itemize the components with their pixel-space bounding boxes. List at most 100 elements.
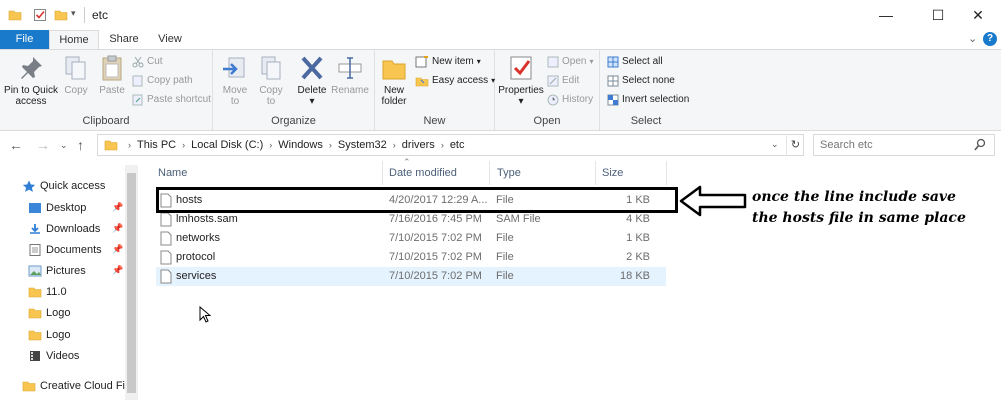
column-separator[interactable] — [489, 161, 490, 185]
column-separator[interactable] — [595, 161, 596, 185]
column-header-date-modified[interactable]: Date modified — [389, 159, 457, 187]
nav-quick-access[interactable]: Quick access — [22, 176, 105, 196]
chevron-right-icon[interactable]: › — [393, 140, 396, 150]
new-item-label: New item — [432, 56, 474, 67]
properties-button[interactable]: Properties ▾ — [497, 53, 545, 107]
nav-item-label: Documents — [46, 244, 102, 256]
pin-icon[interactable]: 📌 — [112, 265, 123, 276]
nav-creative-cloud-files[interactable]: Creative Cloud File — [22, 376, 134, 396]
properties-check-icon[interactable] — [33, 8, 47, 22]
nav-item-11-0[interactable]: 11.0 — [28, 282, 67, 302]
move-to-label-line1: Move — [222, 85, 248, 96]
title-separator — [84, 7, 85, 23]
breadcrumb-system32[interactable]: System32 › — [338, 139, 402, 151]
properties-label-line1: Properties — [498, 85, 544, 96]
expand-ribbon-chevron-icon[interactable]: ⌄ — [968, 32, 977, 45]
breadcrumb-label: drivers — [401, 139, 435, 151]
breadcrumb-local-disk[interactable]: Local Disk (C:) › — [191, 139, 278, 151]
back-arrow-icon[interactable]: ← — [9, 137, 23, 153]
cut-button[interactable]: Cut — [132, 54, 163, 70]
chevron-right-icon[interactable]: › — [182, 140, 185, 150]
new-item-button[interactable]: New item ▾ — [415, 54, 481, 70]
easy-access-button[interactable]: Easy access ▾ — [415, 73, 495, 89]
refresh-icon[interactable]: ↻ — [786, 134, 804, 156]
select-group-label: Select — [630, 115, 662, 127]
nav-item-downloads[interactable]: Downloads — [28, 219, 100, 239]
invert-selection-button[interactable]: Invert selection — [607, 92, 689, 108]
breadcrumb-label: etc — [449, 139, 465, 151]
pin-icon[interactable]: 📌 — [112, 202, 123, 213]
breadcrumb-this-pc[interactable]: This PC › — [137, 139, 191, 151]
column-separator[interactable] — [382, 161, 383, 185]
breadcrumb-drivers[interactable]: drivers › — [402, 139, 450, 151]
chevron-right-icon[interactable]: › — [329, 140, 332, 150]
file-icon — [160, 212, 172, 227]
tab-home[interactable]: Home — [49, 30, 99, 49]
mouse-cursor-icon — [199, 306, 211, 323]
file-row-networks[interactable]: networks 7/10/2015 7:02 PM File 1 KB — [156, 229, 666, 248]
column-header-size[interactable]: Size — [602, 159, 623, 187]
move-to-button[interactable]: Move to — [219, 53, 251, 107]
rename-button[interactable]: Rename — [331, 53, 369, 96]
forward-arrow-icon[interactable]: → — [36, 137, 50, 153]
file-row-protocol[interactable]: protocol 7/10/2015 7:02 PM File 2 KB — [156, 248, 666, 267]
customize-quick-access-chevron-icon[interactable]: ▾ — [71, 8, 76, 22]
file-row-services[interactable]: services 7/10/2015 7:02 PM File 18 KB — [156, 267, 666, 286]
cut-label: Cut — [147, 56, 163, 67]
tab-share[interactable]: Share — [100, 30, 148, 49]
help-icon[interactable]: ? — [983, 32, 997, 46]
breadcrumb-windows[interactable]: Windows › — [278, 139, 338, 151]
paste-button[interactable]: Paste — [96, 53, 128, 96]
select-group: Select all Select none Invert selection … — [600, 50, 692, 130]
address-history-chevron-icon[interactable]: ⌄ — [771, 139, 779, 150]
column-header-name[interactable]: Name — [158, 159, 187, 187]
edit-button[interactable]: Edit — [547, 73, 579, 89]
up-arrow-icon[interactable]: ↑ — [77, 137, 84, 153]
new-folder-icon[interactable] — [54, 8, 68, 22]
paste-shortcut-button[interactable]: Paste shortcut — [132, 92, 211, 108]
breadcrumb-separator: › — [128, 140, 131, 150]
new-folder-button[interactable]: New folder — [377, 53, 411, 107]
properties-check-icon — [510, 56, 532, 80]
nav-item-logo[interactable]: Logo — [28, 303, 70, 323]
delete-button[interactable]: Delete ▾ — [295, 53, 329, 107]
column-header-type[interactable]: Type — [497, 159, 521, 187]
search-icon[interactable] — [974, 138, 986, 152]
ribbon-tabs: File Home Share View ⌄ ? — [0, 30, 1001, 49]
nav-item-pictures[interactable]: Pictures — [28, 261, 86, 281]
nav-scrollbar-thumb[interactable] — [127, 173, 136, 393]
nav-item-logo[interactable]: Logo — [28, 325, 70, 345]
nav-item-documents[interactable]: Documents — [28, 240, 102, 260]
recent-locations-chevron-icon[interactable]: ⌄ — [60, 140, 68, 151]
copy-button[interactable]: Copy — [62, 53, 90, 96]
pin-quick-access-button[interactable]: Pin to Quick access — [3, 53, 59, 107]
address-breadcrumb[interactable]: › This PC › Local Disk (C:) › Windows › Sys… — [97, 134, 804, 156]
pin-icon[interactable]: 📌 — [112, 223, 123, 234]
search-input[interactable] — [820, 135, 970, 155]
chevron-right-icon[interactable]: › — [269, 140, 272, 150]
select-all-button[interactable]: Select all — [607, 54, 663, 70]
tab-file[interactable]: File — [0, 30, 49, 49]
history-button[interactable]: History — [547, 92, 593, 108]
nav-scrollbar[interactable] — [125, 165, 138, 400]
annotation-note: once the line include save the hosts fil… — [752, 187, 992, 229]
chevron-right-icon[interactable]: › — [441, 140, 444, 150]
nav-item-videos[interactable]: Videos — [28, 346, 79, 366]
pictures-icon — [28, 265, 42, 277]
minimize-button[interactable]: — — [863, 0, 909, 30]
search-box[interactable] — [813, 134, 995, 156]
close-button[interactable]: ✕ — [955, 0, 1001, 30]
column-separator[interactable] — [666, 161, 667, 185]
nav-item-desktop[interactable]: Desktop — [28, 198, 86, 218]
pin-icon[interactable]: 📌 — [112, 244, 123, 255]
copy-to-button[interactable]: Copy to — [255, 53, 287, 107]
folder-icon — [28, 308, 42, 319]
open-button[interactable]: Open ▾ — [547, 54, 593, 70]
copy-path-button[interactable]: Copy path — [132, 73, 193, 89]
nav-item-label: 11.0 — [46, 286, 67, 298]
tab-view[interactable]: View — [148, 30, 192, 49]
maximize-icon: ☐ — [931, 6, 945, 23]
select-none-button[interactable]: Select none — [607, 73, 675, 89]
breadcrumb-etc[interactable]: etc — [450, 139, 465, 151]
properties-label-line2: ▾ — [518, 96, 524, 107]
